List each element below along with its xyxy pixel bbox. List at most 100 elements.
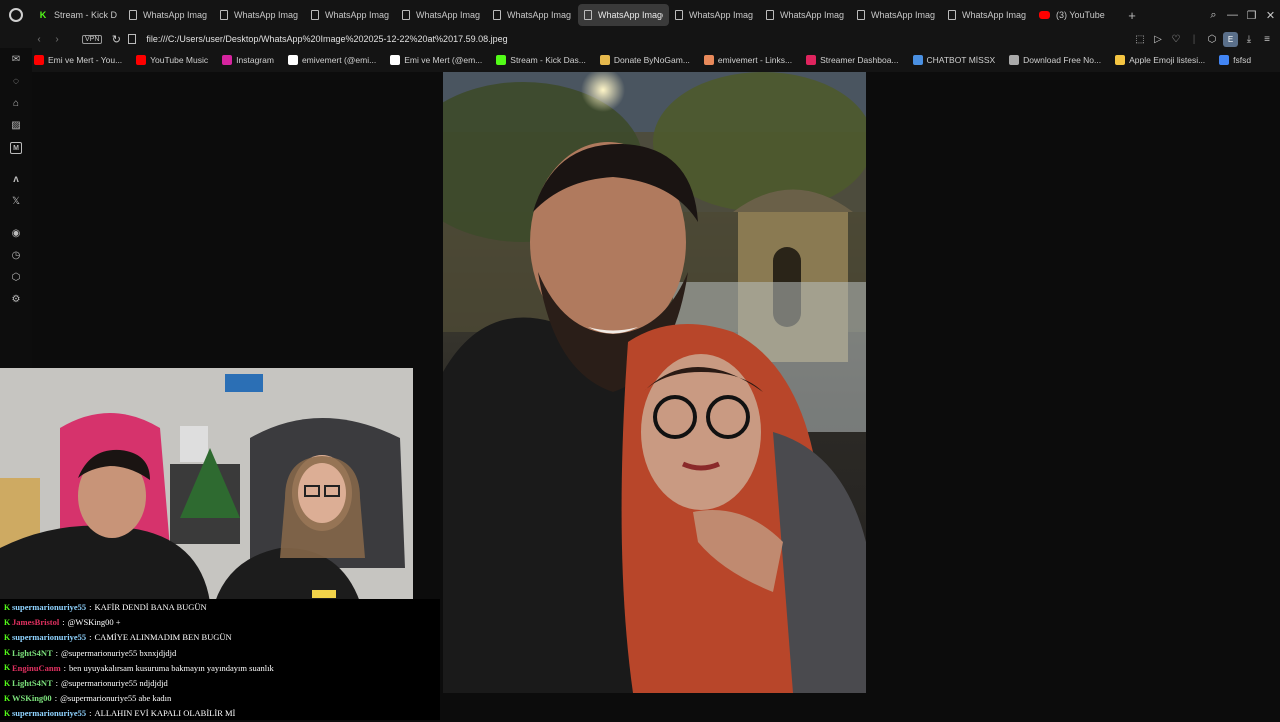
tab-0[interactable]: K Stream - Kick Da [32, 4, 123, 26]
chat-text: ALLAHIN EVİ KAPALI OLABİLİR Mİ [94, 708, 236, 719]
bookmark-item[interactable]: emivemert (@emi... [287, 55, 376, 65]
bookmark-favicon-icon [1009, 55, 1020, 65]
reload-icon[interactable]: ↻ [108, 33, 124, 46]
player-icon[interactable]: ▷ [1151, 34, 1165, 45]
bookmark-item[interactable]: Download Free No... [1009, 55, 1101, 65]
kick-badge-icon: K [4, 678, 11, 688]
tab-7[interactable]: WhatsApp Imag [669, 4, 760, 26]
tab-1[interactable]: WhatsApp Imag [123, 4, 214, 26]
chat-text: @supermarionuriye55 bxnxjdjdjd [61, 647, 177, 658]
heart-icon[interactable]: ♡ [1169, 34, 1183, 45]
tab-4[interactable]: WhatsApp Imag [396, 4, 487, 26]
chat-separator: : [55, 678, 58, 689]
bookmark-favicon-icon [136, 55, 147, 65]
tab-8[interactable]: WhatsApp Imag [760, 4, 851, 26]
snapshot-icon[interactable]: ⬚ [1133, 34, 1147, 45]
doc-icon [220, 10, 228, 20]
bookmark-item[interactable]: Emi ve Mert - You... [34, 55, 122, 65]
kick-badge-icon: K [4, 708, 11, 718]
bookmark-item[interactable]: Instagram [222, 55, 274, 65]
back-button[interactable]: ‹ [30, 34, 48, 45]
chat-username[interactable]: WSKing00 [12, 691, 52, 706]
tab-2[interactable]: WhatsApp Imag [214, 4, 305, 26]
kick-icon: K [39, 10, 47, 20]
chat-username[interactable]: LightS4NT [12, 676, 53, 691]
bookmark-item[interactable]: fsfsd [1219, 55, 1251, 65]
chat-message: K LightS4NT: @supermarionuriye55 ndjdjdjd [0, 676, 440, 691]
bookmark-label: emivemert - Links... [717, 55, 793, 65]
bookmark-item[interactable]: Emi ve Mert (@em... [390, 55, 482, 65]
tab-5[interactable]: WhatsApp Imag [487, 4, 578, 26]
close-button[interactable]: ✕ [1261, 9, 1280, 22]
tab-3[interactable]: WhatsApp Imag [305, 4, 396, 26]
downloads-icon[interactable]: ⤓ [1242, 34, 1256, 45]
doc-icon [584, 10, 592, 20]
new-tab-button[interactable]: + [1119, 8, 1145, 23]
kick-badge-icon: K [4, 663, 11, 673]
aria-icon[interactable]: ◌ [10, 76, 22, 88]
bookmark-label: Emi ve Mert - You... [48, 55, 123, 65]
workspace-icon[interactable]: ⌂ [10, 98, 22, 110]
chat-separator: : [89, 602, 92, 613]
search-tabs-icon[interactable]: ⌕ [1204, 9, 1223, 22]
tab-11[interactable]: (3) YouTube [1033, 4, 1119, 26]
doc-icon [766, 10, 774, 20]
divider-icon: | [1192, 33, 1196, 45]
url-field[interactable]: file:///C:/Users/user/Desktop/WhatsApp%2… [146, 34, 507, 44]
bookmark-item[interactable]: Streamer Dashboa... [806, 55, 899, 65]
bookmark-item[interactable]: Apple Emoji listesi... [1115, 55, 1205, 65]
bookmark-label: Streamer Dashboa... [820, 55, 899, 65]
aria-ai-icon[interactable]: ʌ [10, 174, 22, 186]
messenger-icon[interactable]: ✉ [10, 54, 22, 66]
mail-icon[interactable]: M [10, 142, 22, 154]
kick-badge-icon: K [4, 648, 11, 658]
bookmark-favicon-icon [599, 55, 610, 65]
forward-button[interactable]: › [48, 34, 66, 45]
vpn-badge[interactable]: VPN [82, 34, 103, 44]
tab-9[interactable]: WhatsApp Imag [851, 4, 942, 26]
chat-text: ben uyuyakalırsam kusuruma bakmayın yayı… [69, 662, 274, 673]
chat-username[interactable]: supermarionuriye55 [12, 630, 86, 645]
history-icon[interactable]: ◷ [10, 250, 22, 262]
doc-icon [857, 10, 865, 20]
file-icon [128, 34, 137, 44]
bookmark-label: Download Free No... [1023, 55, 1102, 65]
extensions-sidebar-icon[interactable]: ⬡ [10, 272, 22, 284]
restore-button[interactable]: ❐ [1242, 9, 1261, 22]
tab-label: Stream - Kick Da [54, 10, 117, 20]
minimize-button[interactable]: — [1223, 9, 1242, 21]
extensions-icon[interactable]: ⬡ [1205, 34, 1219, 45]
window-controls: ⌕ — ❐ ✕ [1204, 0, 1280, 30]
bookmark-item[interactable]: emivemert - Links... [703, 55, 793, 65]
tab-label: WhatsApp Imag [507, 10, 572, 20]
chat-message: K JamesBristol: @WSKing00 + [0, 615, 440, 630]
chat-username[interactable]: LightS4NT [12, 646, 53, 661]
chat-message: K EnginuCanm: ben uyuyakalırsam kusuruma b… [0, 661, 440, 676]
pinboard-icon[interactable]: ▨ [10, 120, 22, 132]
chat-username[interactable]: supermarionuriye55 [12, 600, 86, 615]
tab-6[interactable]: WhatsApp Image 2025-1 [578, 4, 669, 26]
player-sidebar-icon[interactable]: ◉ [10, 228, 22, 240]
chat-username[interactable]: JamesBristol [12, 615, 59, 630]
menu-icon[interactable]: ≡ [1260, 34, 1274, 45]
chat-username[interactable]: EnginuCanm [12, 661, 61, 676]
opera-logo-icon[interactable] [0, 0, 32, 30]
bookmark-item[interactable]: CHATBOT MİSSX [912, 55, 995, 65]
bookmark-item[interactable]: YouTube Music [136, 55, 208, 65]
x-icon[interactable]: 𝕏 [10, 196, 22, 208]
tab-10[interactable]: WhatsApp Imag [942, 4, 1033, 26]
tab-label: WhatsApp Image 2025-1 [598, 10, 663, 20]
chat-username[interactable]: supermarionuriye55 [12, 706, 86, 721]
chat-text: @WSKing00 + [67, 617, 121, 628]
bookmark-item[interactable]: Donate ByNoGam... [599, 55, 690, 65]
bookmark-label: Instagram [236, 55, 274, 65]
bookmark-label: Emi ve Mert (@em... [404, 55, 483, 65]
tab-label: WhatsApp Imag [689, 10, 754, 20]
profile-avatar[interactable]: E [1223, 31, 1238, 47]
doc-icon [493, 10, 501, 20]
bookmark-item[interactable]: Stream - Kick Das... [496, 55, 586, 65]
chat-message: K WSKing00: @supermarionuriye55 abe kadın [0, 691, 440, 706]
tab-label: WhatsApp Imag [962, 10, 1027, 20]
tab-label: WhatsApp Imag [780, 10, 845, 20]
settings-icon[interactable]: ⚙ [10, 294, 22, 306]
